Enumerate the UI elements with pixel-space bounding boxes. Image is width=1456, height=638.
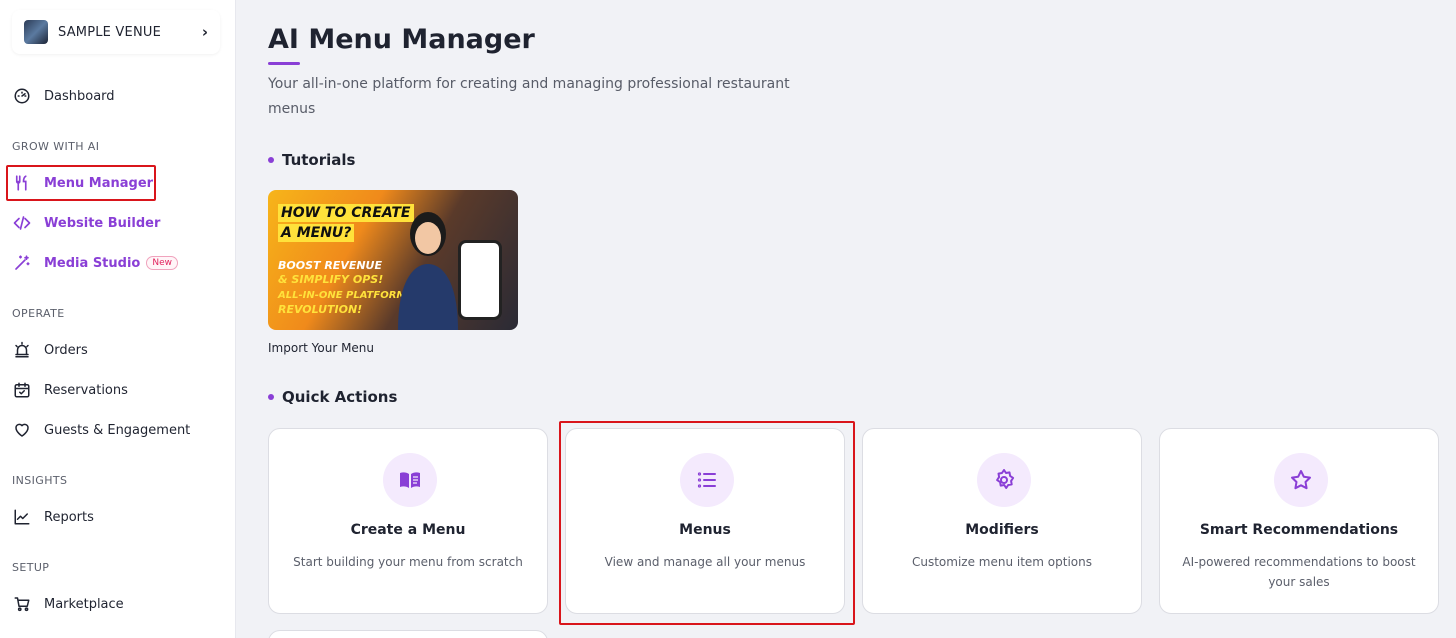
cart-icon (12, 594, 32, 614)
bullet-dot (268, 157, 274, 163)
quick-action-desc: View and manage all your menus (604, 555, 806, 569)
chevron-right-icon: › (201, 23, 208, 41)
sidebar-item-guests[interactable]: Guests & Engagement (12, 418, 190, 442)
code-icon (12, 213, 32, 233)
quick-action-title: Create a Menu (350, 522, 466, 538)
section-label-insights: INSIGHTS (12, 474, 68, 487)
phone-illustration (458, 240, 502, 320)
section-label-operate: OPERATE (12, 307, 65, 320)
sidebar: SAMPLE VENUE › Dashboard GROW WITH AI Me… (0, 0, 236, 638)
sidebar-item-menu-manager[interactable]: Menu Manager (12, 171, 153, 195)
icon-circle (977, 453, 1031, 507)
tutorial-caption: Import Your Menu (268, 341, 375, 355)
icon-circle (680, 453, 734, 507)
star-icon (1291, 470, 1311, 490)
list-icon (697, 472, 716, 488)
book-open-icon (400, 472, 420, 488)
heart-icon (12, 420, 32, 440)
venue-thumbnail (24, 20, 48, 44)
quick-action-title: Smart Recommendations (1199, 522, 1399, 538)
sidebar-item-reservations[interactable]: Reservations (12, 378, 128, 402)
sidebar-item-label: Guests & Engagement (44, 422, 191, 438)
sidebar-item-label: Website Builder (44, 215, 161, 231)
sidebar-item-website-builder[interactable]: Website Builder (12, 211, 160, 235)
sidebar-item-label: Dashboard (44, 88, 115, 104)
venue-switcher[interactable]: SAMPLE VENUE › (12, 10, 220, 54)
line-chart-icon (12, 507, 32, 527)
bullet-dot (268, 394, 274, 400)
page-title: AI Menu Manager (268, 24, 535, 55)
sidebar-item-reports[interactable]: Reports (12, 505, 94, 529)
tutorials-heading-label: Tutorials (282, 151, 356, 169)
gauge-icon (12, 86, 32, 106)
sidebar-item-marketplace[interactable]: Marketplace (12, 592, 124, 616)
quick-action-desc: AI-powered recommendations to boost your… (1182, 555, 1416, 589)
sidebar-item-orders[interactable]: Orders (12, 338, 88, 362)
calendar-check-icon (12, 380, 32, 400)
section-label-grow: GROW WITH AI (12, 140, 100, 153)
sidebar-item-label: Media Studio (44, 255, 141, 271)
quick-action-title: Modifiers (965, 522, 1039, 538)
utensils-icon (12, 173, 32, 193)
icon-circle (383, 453, 437, 507)
quick-action-desc: Customize menu item options (911, 555, 1093, 569)
section-label-setup: SETUP (12, 561, 50, 574)
quick-action-desc: Start building your menu from scratch (293, 555, 523, 569)
sidebar-item-dashboard[interactable]: Dashboard (12, 84, 115, 108)
quick-actions-heading: Quick Actions (268, 388, 397, 406)
title-underline (268, 62, 300, 65)
sidebar-item-label: Marketplace (44, 596, 124, 612)
sidebar-item-label: Reservations (44, 382, 128, 398)
sidebar-item-label: Reports (44, 509, 94, 525)
gear-icon (996, 469, 1015, 489)
quick-action-card-partial[interactable] (268, 630, 548, 638)
quick-action-title: Menus (679, 522, 731, 538)
quick-action-menus[interactable]: Menus View and manage all your menus (565, 428, 845, 614)
quick-actions-heading-label: Quick Actions (282, 388, 398, 406)
magic-wand-icon (12, 253, 32, 273)
sidebar-item-label: Orders (44, 342, 88, 358)
tutorials-heading: Tutorials (268, 151, 355, 169)
thumb-text-line: & SIMPLIFY OPS! (278, 273, 384, 286)
page-subtitle: Your all-in-one platform for creating an… (268, 76, 790, 117)
sidebar-item-label: Menu Manager (44, 175, 154, 191)
quick-action-modifiers[interactable]: Modifiers Customize menu item options (862, 428, 1142, 614)
bell-alert-icon (12, 340, 32, 360)
quick-action-create-menu[interactable]: Create a Menu Start building your menu f… (268, 428, 548, 614)
thumb-text-line: A MENU? (278, 224, 355, 242)
icon-circle (1274, 453, 1328, 507)
new-badge: New (146, 256, 178, 270)
venue-name: SAMPLE VENUE (58, 24, 161, 40)
thumb-text-line: REVOLUTION! (278, 303, 363, 316)
presenter-illustration (398, 212, 458, 330)
sidebar-item-media-studio[interactable]: Media Studio New (12, 251, 178, 275)
quick-action-smart-recommendations[interactable]: Smart Recommendations AI-powered recomme… (1159, 428, 1439, 614)
tutorial-video-thumbnail[interactable]: HOW TO CREATE A MENU? BOOST REVENUE & SI… (268, 190, 518, 330)
